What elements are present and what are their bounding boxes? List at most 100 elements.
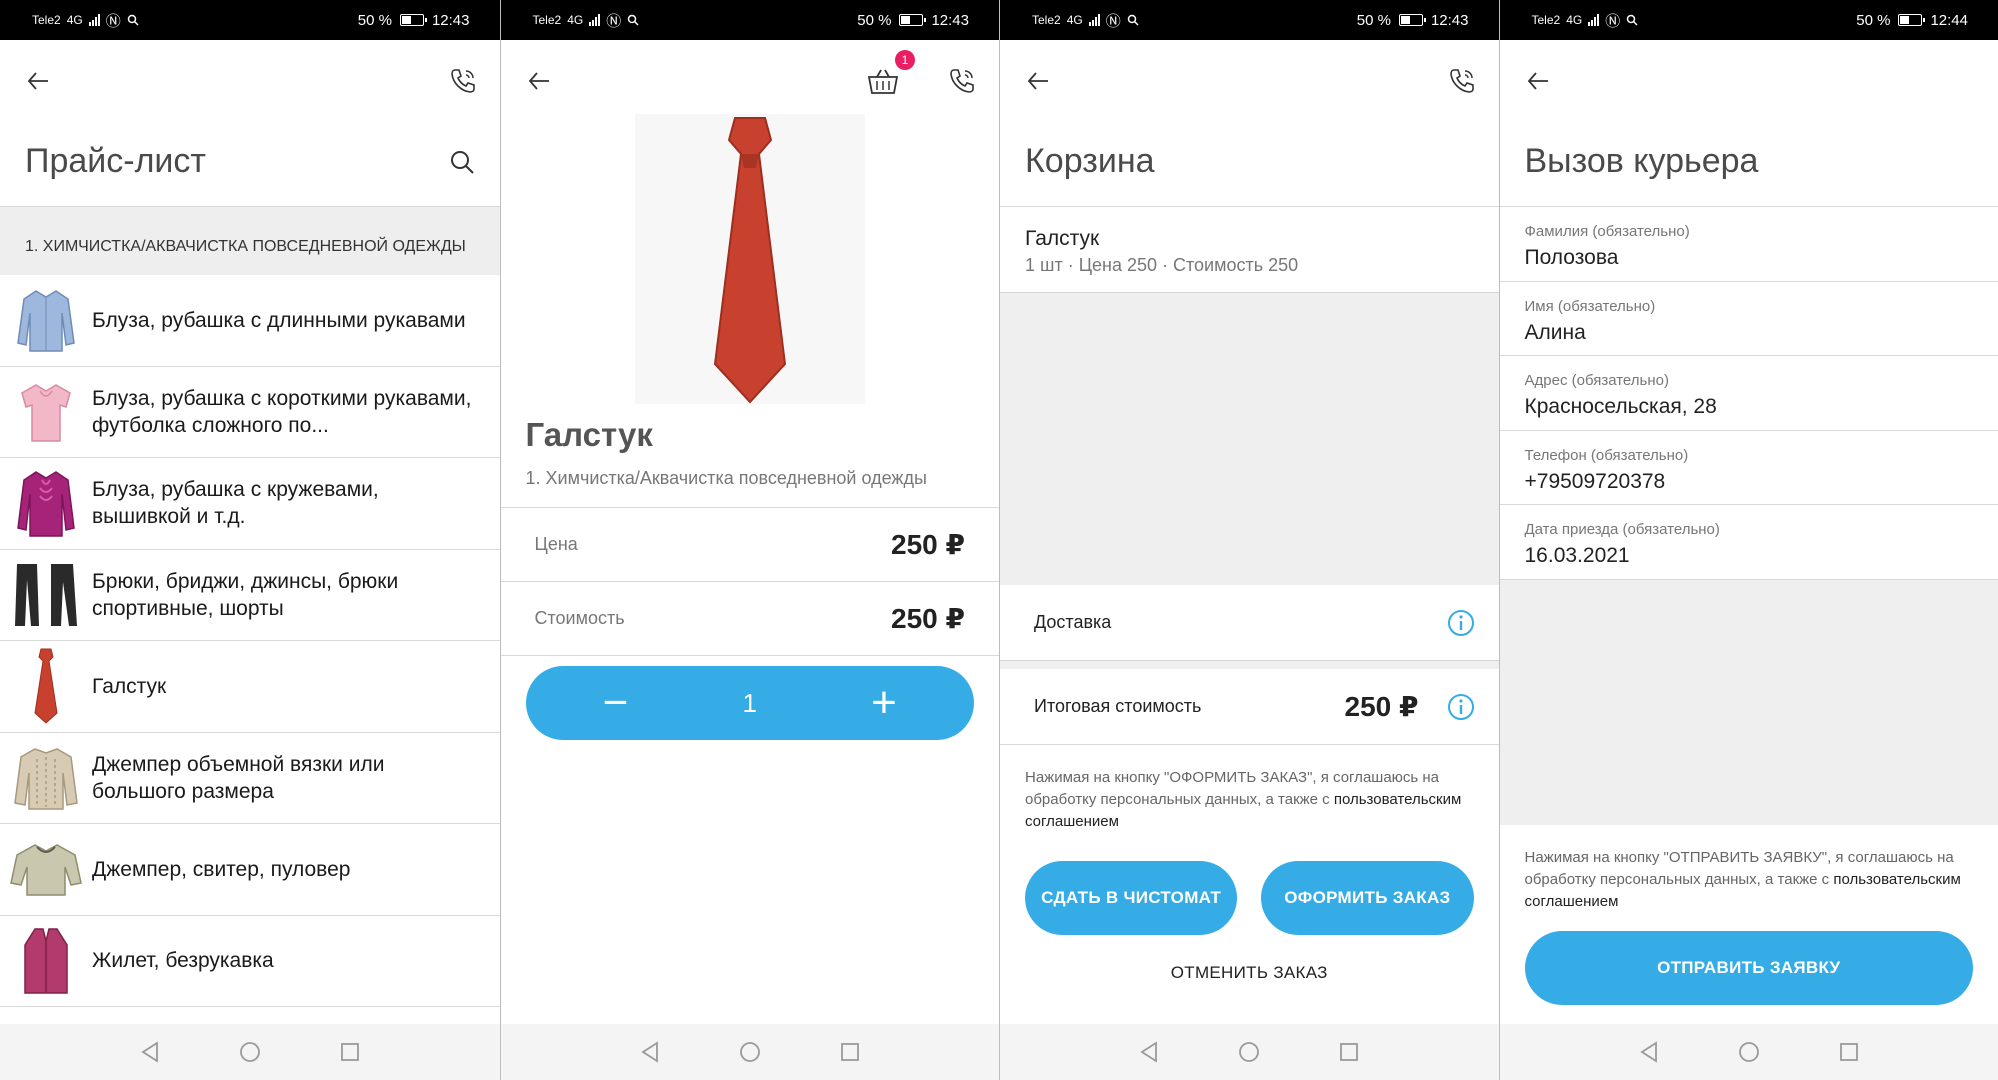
send-to-chistomat-button[interactable]: СДАТЬ В ЧИСТОМАТ bbox=[1025, 861, 1238, 935]
nfc-icon: Ⓝ bbox=[105, 12, 121, 30]
item-label: Джемпер, свитер, пуловер bbox=[92, 857, 351, 881]
list-item[interactable]: Галстук bbox=[0, 641, 500, 733]
nav-recents-icon[interactable] bbox=[837, 1039, 863, 1065]
phone-call-icon[interactable] bbox=[1447, 66, 1477, 96]
field-label: Телефон (обязательно) bbox=[1524, 446, 1689, 464]
phone-call-icon[interactable] bbox=[947, 66, 977, 96]
status-bar: Tele2 4G Ⓝ 50 % 12:43 bbox=[0, 0, 500, 40]
name-field[interactable]: Имя (обязательно) Алина bbox=[1499, 282, 1998, 356]
page-title-text: Прайс-лист bbox=[25, 142, 206, 180]
field-value[interactable]: Алина bbox=[1525, 321, 1974, 345]
back-arrow-icon[interactable] bbox=[22, 66, 52, 96]
list-item[interactable]: Жилет, безрукавка bbox=[0, 916, 500, 1007]
nav-home-icon[interactable] bbox=[1236, 1039, 1262, 1065]
phone-field[interactable]: Телефон (обязательно) +79509720378 bbox=[1499, 431, 1998, 505]
list-item[interactable]: Блуза, рубашка с кружевами, вышивкой и т… bbox=[0, 458, 500, 550]
search-status-icon bbox=[1626, 14, 1638, 26]
cart-item-name: Галстук bbox=[1025, 227, 1100, 250]
search-icon[interactable] bbox=[448, 148, 476, 176]
nfc-icon: Ⓝ bbox=[606, 12, 622, 30]
list-item[interactable]: Джемпер объемной вязки или большого разм… bbox=[0, 733, 500, 824]
field-value[interactable]: Красносельская, 28 bbox=[1525, 395, 1974, 419]
system-nav-bar bbox=[1000, 1024, 1499, 1080]
back-arrow-icon[interactable] bbox=[1522, 66, 1552, 96]
nav-home-icon[interactable] bbox=[1736, 1039, 1762, 1065]
spacer bbox=[1000, 661, 1499, 669]
phone-call-icon[interactable] bbox=[448, 66, 478, 96]
nav-back-icon[interactable] bbox=[637, 1039, 663, 1065]
list-item[interactable]: Джемпер, свитер, пуловер bbox=[0, 824, 500, 916]
info-icon[interactable] bbox=[1447, 609, 1475, 637]
network-label: 4G bbox=[1066, 13, 1083, 27]
product-title: Галстук bbox=[525, 416, 653, 453]
signal-icon bbox=[589, 14, 601, 26]
battery-icon bbox=[399, 14, 427, 26]
field-value[interactable]: +79509720378 bbox=[1525, 470, 1974, 494]
arrival-date-field[interactable]: Дата приезда (обязательно) 16.03.2021 bbox=[1499, 505, 1998, 580]
nav-home-icon[interactable] bbox=[237, 1039, 263, 1065]
app-bar bbox=[0, 40, 500, 120]
decrease-button[interactable]: − bbox=[596, 678, 636, 728]
item-label: Жилет, безрукавка bbox=[92, 949, 274, 973]
back-arrow-icon[interactable] bbox=[1022, 66, 1052, 96]
price-value: 250 ₽ bbox=[891, 529, 965, 560]
page-title: Корзина bbox=[1000, 120, 1499, 206]
battery-percent: 50 % bbox=[1356, 11, 1391, 29]
carrier-label: Tele2 bbox=[1531, 13, 1561, 27]
nav-back-icon[interactable] bbox=[1636, 1039, 1662, 1065]
nav-recents-icon[interactable] bbox=[1336, 1039, 1362, 1065]
list-item[interactable]: Блуза, рубашка с короткими рукавами, фут… bbox=[0, 367, 500, 458]
screen-courier: Tele2 4G Ⓝ 50 % 12:44 Вызов курьера Фами… bbox=[1498, 0, 1998, 1080]
signal-icon bbox=[1588, 14, 1600, 26]
nav-recents-icon[interactable] bbox=[337, 1039, 363, 1065]
cart-item[interactable]: Галстук 1 шт · Цена 250 · Стоимость 250 bbox=[1000, 207, 1499, 293]
battery-icon bbox=[899, 14, 927, 26]
total-row: Итоговая стоимость 250 ₽ bbox=[1000, 669, 1499, 745]
trousers-image bbox=[0, 549, 92, 640]
field-label: Адрес (обязательно) bbox=[1524, 372, 1669, 389]
clock: 12:44 bbox=[1930, 11, 1968, 29]
battery-percent: 50 % bbox=[357, 11, 392, 29]
clock: 12:43 bbox=[1430, 11, 1469, 29]
delivery-row[interactable]: Доставка bbox=[1000, 585, 1499, 661]
item-label: Галстук bbox=[92, 674, 167, 698]
quantity-stepper: − 1 + bbox=[525, 666, 974, 740]
list-item[interactable]: Блуза, рубашка с длинными рукавами bbox=[0, 275, 500, 367]
clock: 12:43 bbox=[931, 11, 969, 29]
nav-home-icon[interactable] bbox=[737, 1039, 763, 1065]
action-buttons: СДАТЬ В ЧИСТОМАТ ОФОРМИТЬ ЗАКАЗ bbox=[1000, 833, 1499, 935]
surname-field[interactable]: Фамилия (обязательно) Полозова bbox=[1499, 207, 1998, 282]
cancel-order-button[interactable]: ОТМЕНИТЬ ЗАКАЗ bbox=[1000, 963, 1499, 983]
status-bar: Tele2 4G Ⓝ 50 % 12:44 bbox=[1499, 0, 1998, 40]
clock: 12:43 bbox=[431, 11, 470, 29]
submit-request-button[interactable]: ОТПРАВИТЬ ЗАЯВКУ bbox=[1524, 930, 1973, 1005]
price-label: Цена bbox=[534, 534, 578, 554]
tie-product-image bbox=[634, 114, 865, 404]
app-bar: 1 bbox=[501, 40, 1000, 120]
address-field[interactable]: Адрес (обязательно) Красносельская, 28 bbox=[1499, 356, 1998, 431]
battery-percent: 50 % bbox=[857, 11, 892, 29]
field-label: Фамилия (обязательно) bbox=[1524, 223, 1690, 240]
search-status-icon bbox=[1127, 14, 1139, 26]
nav-recents-icon[interactable] bbox=[1836, 1039, 1862, 1065]
item-label: Джемпер объемной вязки или большого разм… bbox=[92, 752, 385, 803]
screen-price-list: Tele2 4G Ⓝ 50 % 12:43 Прайс-лист 1. ХИМЧ… bbox=[0, 0, 500, 1080]
nav-back-icon[interactable] bbox=[1136, 1039, 1162, 1065]
network-label: 4G bbox=[567, 13, 584, 27]
field-value[interactable]: 16.03.2021 bbox=[1525, 544, 1974, 568]
system-nav-bar bbox=[1499, 1024, 1998, 1080]
carrier-label: Tele2 bbox=[532, 13, 562, 27]
field-value[interactable]: Полозова bbox=[1525, 246, 1974, 270]
cart-empty-area bbox=[1000, 293, 1499, 585]
place-order-button[interactable]: ОФОРМИТЬ ЗАКАЗ bbox=[1261, 861, 1474, 935]
info-icon[interactable] bbox=[1447, 693, 1475, 721]
carrier-label: Tele2 bbox=[32, 13, 61, 27]
battery-icon bbox=[1898, 14, 1926, 26]
nav-back-icon[interactable] bbox=[137, 1039, 163, 1065]
nfc-icon: Ⓝ bbox=[1105, 12, 1121, 30]
back-arrow-icon[interactable] bbox=[523, 66, 553, 96]
cart-basket-icon[interactable] bbox=[867, 68, 899, 96]
increase-button[interactable]: + bbox=[864, 678, 904, 728]
price-row: Цена 250 ₽ bbox=[500, 508, 999, 582]
list-item[interactable]: Брюки, бриджи, джинсы, брюки спортивные,… bbox=[0, 549, 500, 641]
